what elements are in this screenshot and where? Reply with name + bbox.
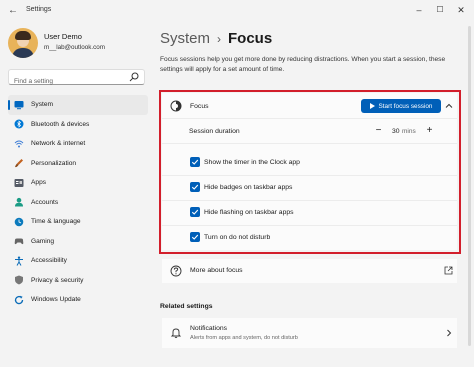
related-settings-heading: Related settings — [160, 303, 213, 310]
brush-icon — [15, 159, 23, 168]
sidebar-item-label: Time & language — [31, 218, 81, 226]
user-name: User Demo — [44, 32, 82, 41]
clock-icon — [14, 217, 24, 227]
minimize-button[interactable]: – — [410, 2, 428, 18]
sidebar-item-network[interactable]: Network & internet — [8, 134, 148, 154]
update-icon — [14, 295, 24, 304]
accessibility-icon — [15, 256, 23, 266]
search-box[interactable] — [8, 69, 145, 89]
sidebar-item-label: Accessibility — [31, 257, 67, 265]
sidebar-item-label: Windows Update — [31, 296, 81, 304]
sidebar-item-windows-update[interactable]: Windows Update — [8, 290, 148, 310]
bluetooth-icon — [14, 119, 24, 129]
sidebar-item-gaming[interactable]: Gaming — [8, 232, 148, 252]
system-icon — [14, 100, 24, 109]
page-description: Focus sessions help you get more done by… — [160, 56, 446, 73]
sidebar-item-accessibility[interactable]: Accessibility — [8, 251, 148, 271]
sidebar-item-privacy[interactable]: Privacy & security — [8, 271, 148, 291]
scrollbar[interactable] — [468, 26, 471, 346]
more-about-focus-label: More about focus — [190, 267, 243, 274]
sidebar-item-personalization[interactable]: Personalization — [8, 154, 148, 174]
user-profile[interactable]: User Demo m__lab@outlook.com — [8, 28, 148, 62]
apps-icon — [14, 178, 24, 187]
user-email: m__lab@outlook.com — [44, 44, 105, 51]
network-icon — [14, 140, 24, 148]
sidebar-item-accounts[interactable]: Accounts — [8, 193, 148, 213]
close-button[interactable]: ✕ — [452, 2, 470, 18]
sidebar-nav: System Bluetooth & devices Network & int… — [8, 95, 148, 310]
breadcrumb: System › Focus — [160, 30, 272, 47]
notifications-title: Notifications — [190, 325, 228, 332]
notifications-subtitle: Alerts from apps and system, do not dist… — [190, 335, 298, 341]
search-input[interactable] — [9, 74, 119, 89]
help-icon — [170, 265, 182, 277]
search-icon[interactable] — [129, 72, 139, 82]
external-link-icon — [444, 266, 453, 275]
sidebar-item-apps[interactable]: Apps — [8, 173, 148, 193]
sidebar-item-label: Apps — [31, 179, 47, 187]
gaming-icon — [14, 238, 24, 245]
more-about-focus-link[interactable]: More about focus — [162, 259, 457, 283]
sidebar-item-label: Gaming — [31, 237, 55, 245]
page-title: Focus — [228, 30, 273, 47]
sidebar-item-bluetooth[interactable]: Bluetooth & devices — [8, 115, 148, 135]
bell-icon — [170, 328, 182, 339]
maximize-button[interactable]: ☐ — [431, 2, 449, 18]
sidebar-item-time-language[interactable]: Time & language — [8, 212, 148, 232]
sidebar-item-label: Network & internet — [31, 140, 86, 148]
chevron-right-icon: › — [217, 32, 222, 46]
back-arrow-icon[interactable]: ← — [6, 4, 20, 18]
sidebar-item-label: Privacy & security — [31, 276, 84, 284]
sidebar-item-system[interactable]: System — [8, 95, 148, 115]
avatar — [8, 28, 38, 58]
sidebar-item-label: Bluetooth & devices — [31, 120, 90, 128]
title-bar: ← Settings – ☐ ✕ — [0, 0, 474, 22]
shield-icon — [15, 275, 23, 285]
accounts-icon — [15, 198, 23, 207]
sidebar-item-label: Personalization — [31, 159, 77, 167]
breadcrumb-parent[interactable]: System — [160, 30, 210, 47]
notifications-link[interactable]: Notifications Alerts from apps and syste… — [162, 318, 457, 348]
highlight-box — [159, 90, 461, 254]
sidebar-item-label: Accounts — [31, 198, 59, 206]
chevron-right-icon — [447, 329, 452, 337]
sidebar-item-label: System — [31, 101, 53, 109]
window-title: Settings — [26, 6, 52, 13]
